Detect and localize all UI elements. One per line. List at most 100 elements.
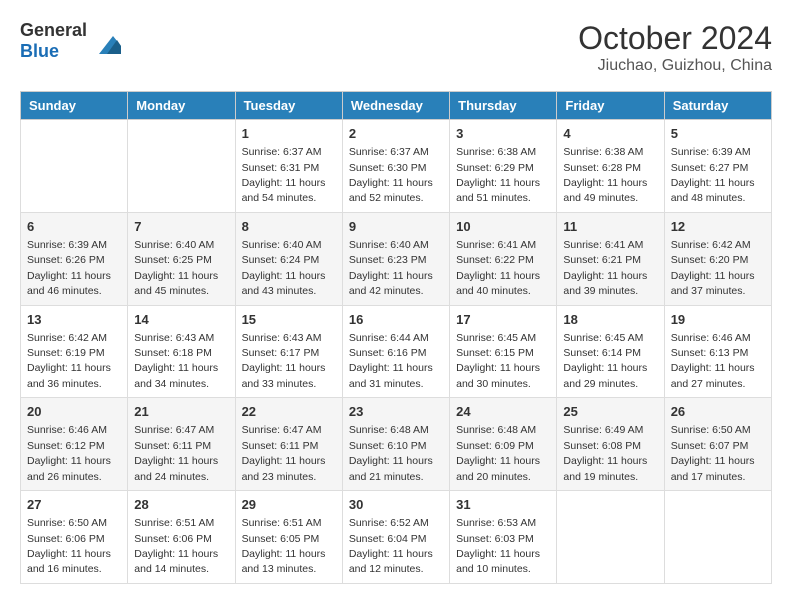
day-of-week-saturday: Saturday — [664, 92, 771, 120]
day-number: 21 — [134, 403, 228, 421]
calendar-cell — [664, 491, 771, 584]
day-number: 28 — [134, 496, 228, 514]
page-title: October 2024 — [578, 20, 772, 57]
day-info: Sunrise: 6:38 AM Sunset: 6:29 PM Dayligh… — [456, 146, 540, 204]
day-info: Sunrise: 6:47 AM Sunset: 6:11 PM Dayligh… — [242, 424, 326, 482]
calendar-week-0: 1Sunrise: 6:37 AM Sunset: 6:31 PM Daylig… — [21, 120, 772, 213]
calendar-cell: 1Sunrise: 6:37 AM Sunset: 6:31 PM Daylig… — [235, 120, 342, 213]
calendar-table: SundayMondayTuesdayWednesdayThursdayFrid… — [20, 91, 772, 584]
day-of-week-friday: Friday — [557, 92, 664, 120]
day-info: Sunrise: 6:41 AM Sunset: 6:22 PM Dayligh… — [456, 239, 540, 297]
calendar-cell: 2 Sunrise: 6:37 AM Sunset: 6:30 PM Daylig… — [342, 120, 449, 213]
day-info: Sunrise: 6:40 AM Sunset: 6:24 PM Dayligh… — [242, 239, 326, 297]
day-number: 12 — [671, 218, 765, 236]
calendar-cell: 25 Sunrise: 6:49 AM Sunset: 6:08 PM Dayli… — [557, 398, 664, 491]
day-number: 11 — [563, 218, 657, 236]
day-info: Sunrise: 6:46 AM Sunset: 6:12 PM Dayligh… — [27, 424, 111, 482]
day-info: Sunrise: 6:45 AM Sunset: 6:15 PM Dayligh… — [456, 332, 540, 390]
day-info: Sunrise: 6:43 AM Sunset: 6:18 PM Dayligh… — [134, 332, 218, 390]
calendar-cell: 12 Sunrise: 6:42 AM Sunset: 6:20 PM Dayli… — [664, 212, 771, 305]
calendar-cell: 10 Sunrise: 6:41 AM Sunset: 6:22 PM Dayli… — [450, 212, 557, 305]
calendar-cell: 26 Sunrise: 6:50 AM Sunset: 6:07 PM Dayli… — [664, 398, 771, 491]
calendar-cell: 16Sunrise: 6:44 AM Sunset: 6:16 PM Dayli… — [342, 305, 449, 398]
day-number: 8 — [242, 218, 336, 236]
day-info: Sunrise: 6:48 AM Sunset: 6:09 PM Dayligh… — [456, 424, 540, 482]
day-info: Sunrise: 6:41 AM Sunset: 6:21 PM Dayligh… — [563, 239, 647, 297]
calendar-cell: 23 Sunrise: 6:48 AM Sunset: 6:10 PM Dayli… — [342, 398, 449, 491]
logo-icon — [91, 26, 121, 56]
calendar-cell — [557, 491, 664, 584]
logo-general: General — [20, 20, 87, 40]
day-number: 30 — [349, 496, 443, 514]
calendar-cell: 31Sunrise: 6:53 AM Sunset: 6:03 PM Dayli… — [450, 491, 557, 584]
day-number: 3 — [456, 125, 550, 143]
calendar-cell — [21, 120, 128, 213]
day-number: 10 — [456, 218, 550, 236]
calendar-cell: 15Sunrise: 6:43 AM Sunset: 6:17 PM Dayli… — [235, 305, 342, 398]
calendar-cell — [128, 120, 235, 213]
day-number: 4 — [563, 125, 657, 143]
day-number: 7 — [134, 218, 228, 236]
day-number: 26 — [671, 403, 765, 421]
day-number: 27 — [27, 496, 121, 514]
day-of-week-monday: Monday — [128, 92, 235, 120]
day-of-week-sunday: Sunday — [21, 92, 128, 120]
day-number: 19 — [671, 311, 765, 329]
calendar-cell: 8 Sunrise: 6:40 AM Sunset: 6:24 PM Daylig… — [235, 212, 342, 305]
day-info: Sunrise: 6:40 AM Sunset: 6:25 PM Dayligh… — [134, 239, 218, 297]
day-info: Sunrise: 6:47 AM Sunset: 6:11 PM Dayligh… — [134, 424, 218, 482]
calendar-cell: 30 Sunrise: 6:52 AM Sunset: 6:04 PM Dayli… — [342, 491, 449, 584]
day-info: Sunrise: 6:42 AM Sunset: 6:19 PM Dayligh… — [27, 332, 111, 390]
calendar-cell: 19 Sunrise: 6:46 AM Sunset: 6:13 PM Dayli… — [664, 305, 771, 398]
logo-blue: Blue — [20, 41, 59, 61]
day-number: 14 — [134, 311, 228, 329]
calendar-cell: 17 Sunrise: 6:45 AM Sunset: 6:15 PM Dayli… — [450, 305, 557, 398]
day-info: Sunrise: 6:39 AM Sunset: 6:26 PM Dayligh… — [27, 239, 111, 297]
calendar-cell: 7 Sunrise: 6:40 AM Sunset: 6:25 PM Daylig… — [128, 212, 235, 305]
days-of-week-row: SundayMondayTuesdayWednesdayThursdayFrid… — [21, 92, 772, 120]
day-info: Sunrise: 6:39 AM Sunset: 6:27 PM Dayligh… — [671, 146, 755, 204]
day-number: 16 — [349, 311, 443, 329]
day-number: 18 — [563, 311, 657, 329]
day-info: Sunrise: 6:37 AM Sunset: 6:30 PM Dayligh… — [349, 146, 433, 204]
logo-text: General Blue — [20, 20, 87, 62]
day-number: 24 — [456, 403, 550, 421]
day-info: Sunrise: 6:51 AM Sunset: 6:06 PM Dayligh… — [134, 517, 218, 575]
calendar-cell: 27Sunrise: 6:50 AM Sunset: 6:06 PM Dayli… — [21, 491, 128, 584]
calendar-cell: 21 Sunrise: 6:47 AM Sunset: 6:11 PM Dayli… — [128, 398, 235, 491]
day-number: 20 — [27, 403, 121, 421]
day-number: 1 — [242, 125, 336, 143]
page-subtitle: Jiuchao, Guizhou, China — [578, 57, 772, 75]
calendar-body: 1Sunrise: 6:37 AM Sunset: 6:31 PM Daylig… — [21, 120, 772, 584]
day-number: 25 — [563, 403, 657, 421]
day-number: 17 — [456, 311, 550, 329]
page-header: General Blue October 2024 Jiuchao, Guizh… — [20, 20, 772, 75]
calendar-cell: 24 Sunrise: 6:48 AM Sunset: 6:09 PM Dayli… — [450, 398, 557, 491]
day-info: Sunrise: 6:42 AM Sunset: 6:20 PM Dayligh… — [671, 239, 755, 297]
calendar-week-2: 13 Sunrise: 6:42 AM Sunset: 6:19 PM Dayli… — [21, 305, 772, 398]
calendar-cell: 29Sunrise: 6:51 AM Sunset: 6:05 PM Dayli… — [235, 491, 342, 584]
calendar-cell: 3 Sunrise: 6:38 AM Sunset: 6:29 PM Daylig… — [450, 120, 557, 213]
calendar-cell: 9Sunrise: 6:40 AM Sunset: 6:23 PM Daylig… — [342, 212, 449, 305]
day-number: 15 — [242, 311, 336, 329]
calendar-week-4: 27Sunrise: 6:50 AM Sunset: 6:06 PM Dayli… — [21, 491, 772, 584]
calendar-cell: 4 Sunrise: 6:38 AM Sunset: 6:28 PM Daylig… — [557, 120, 664, 213]
day-number: 13 — [27, 311, 121, 329]
day-number: 23 — [349, 403, 443, 421]
calendar-header: SundayMondayTuesdayWednesdayThursdayFrid… — [21, 92, 772, 120]
day-info: Sunrise: 6:52 AM Sunset: 6:04 PM Dayligh… — [349, 517, 433, 575]
day-number: 22 — [242, 403, 336, 421]
day-of-week-wednesday: Wednesday — [342, 92, 449, 120]
calendar-week-1: 6 Sunrise: 6:39 AM Sunset: 6:26 PM Daylig… — [21, 212, 772, 305]
day-info: Sunrise: 6:50 AM Sunset: 6:07 PM Dayligh… — [671, 424, 755, 482]
day-of-week-tuesday: Tuesday — [235, 92, 342, 120]
day-info: Sunrise: 6:49 AM Sunset: 6:08 PM Dayligh… — [563, 424, 647, 482]
day-number: 29 — [242, 496, 336, 514]
day-number: 9 — [349, 218, 443, 236]
day-number: 2 — [349, 125, 443, 143]
day-info: Sunrise: 6:46 AM Sunset: 6:13 PM Dayligh… — [671, 332, 755, 390]
calendar-week-3: 20 Sunrise: 6:46 AM Sunset: 6:12 PM Dayli… — [21, 398, 772, 491]
day-number: 6 — [27, 218, 121, 236]
day-info: Sunrise: 6:38 AM Sunset: 6:28 PM Dayligh… — [563, 146, 647, 204]
day-info: Sunrise: 6:48 AM Sunset: 6:10 PM Dayligh… — [349, 424, 433, 482]
